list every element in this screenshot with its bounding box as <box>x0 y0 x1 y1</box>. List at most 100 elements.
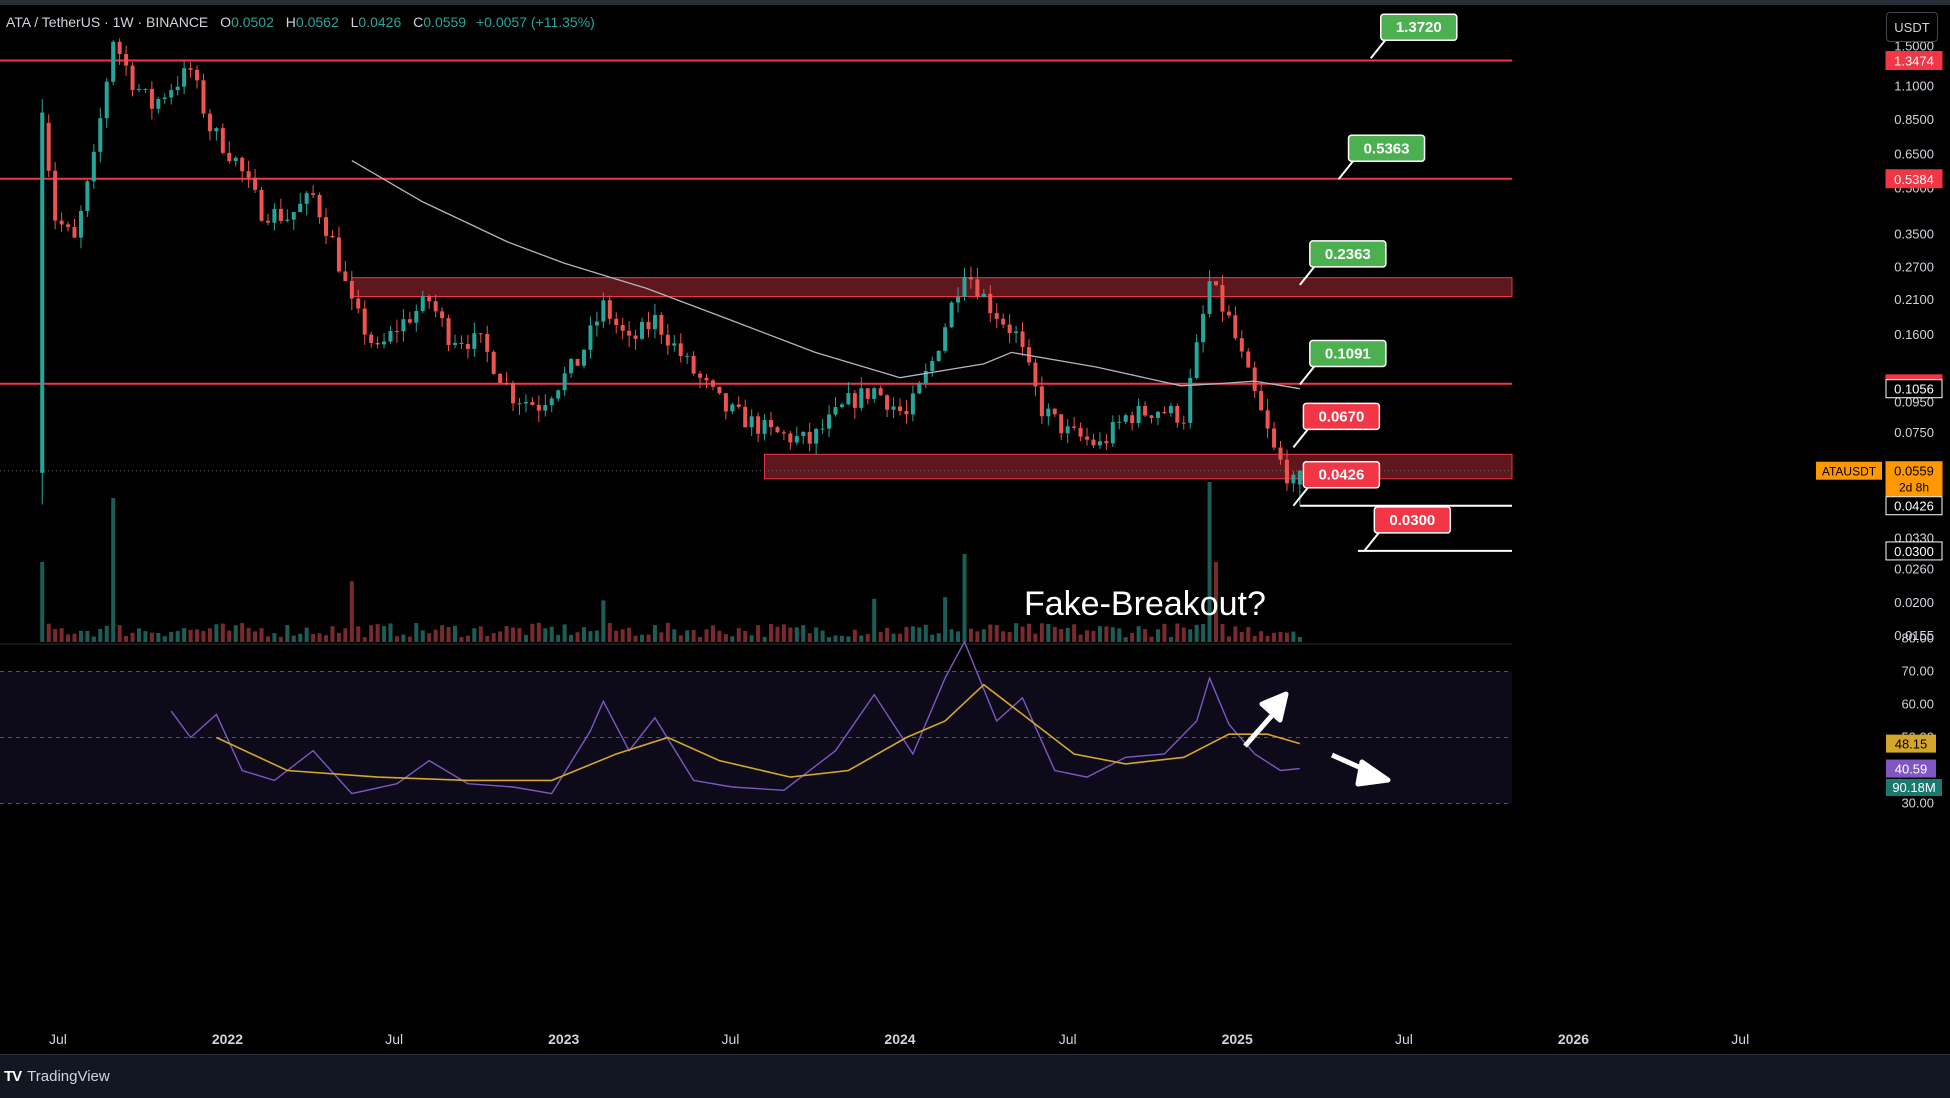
candle-body[interactable] <box>756 416 761 434</box>
candle-body[interactable] <box>536 404 541 411</box>
candle-body[interactable] <box>601 300 606 322</box>
candle-body[interactable] <box>343 271 348 282</box>
candle-body[interactable] <box>53 170 58 221</box>
candle-body[interactable] <box>175 86 180 91</box>
candle-body[interactable] <box>98 118 103 152</box>
candle-body[interactable] <box>607 300 612 319</box>
candle-body[interactable] <box>336 237 341 272</box>
candle-body[interactable] <box>620 325 625 331</box>
candle-body[interactable] <box>581 349 586 366</box>
candle-body[interactable] <box>1078 427 1083 437</box>
candle-body[interactable] <box>1175 405 1180 423</box>
candle-body[interactable] <box>156 98 161 109</box>
candle-body[interactable] <box>827 414 832 429</box>
candle-body[interactable] <box>253 177 258 190</box>
candle-body[interactable] <box>149 88 154 109</box>
candle-body[interactable] <box>1033 362 1038 387</box>
candle-body[interactable] <box>1143 406 1148 416</box>
candle-body[interactable] <box>1265 410 1270 429</box>
candle-body[interactable] <box>1252 367 1257 391</box>
candle-body[interactable] <box>511 383 516 404</box>
candle-body[interactable] <box>369 334 374 343</box>
candle-body[interactable] <box>265 220 270 223</box>
candle-body[interactable] <box>117 41 122 55</box>
candle-body[interactable] <box>233 157 238 162</box>
candle-body[interactable] <box>459 342 464 344</box>
candle-body[interactable] <box>169 90 174 98</box>
candle-body[interactable] <box>1020 331 1025 348</box>
candle-body[interactable] <box>130 65 135 91</box>
candle-body[interactable] <box>1291 474 1296 484</box>
candle-body[interactable] <box>736 404 741 407</box>
candle-body[interactable] <box>317 194 322 218</box>
candle-body[interactable] <box>1117 421 1122 423</box>
candle-body[interactable] <box>640 321 645 339</box>
candle-body[interactable] <box>517 403 522 405</box>
candle-body[interactable] <box>324 217 329 236</box>
candle-body[interactable] <box>1091 439 1096 446</box>
candle-body[interactable] <box>1059 414 1064 434</box>
candle-body[interactable] <box>1052 408 1057 415</box>
candle-body[interactable] <box>1065 426 1070 434</box>
candle-body[interactable] <box>717 386 722 394</box>
candle-body[interactable] <box>749 416 754 428</box>
candle-body[interactable] <box>1214 281 1219 286</box>
candle-body[interactable] <box>311 193 316 195</box>
candle-body[interactable] <box>1246 351 1251 368</box>
candle-body[interactable] <box>1239 338 1244 352</box>
candle-body[interactable] <box>930 361 935 371</box>
candle-body[interactable] <box>465 343 470 349</box>
candle-body[interactable] <box>1278 447 1283 460</box>
candle-body[interactable] <box>614 318 619 326</box>
candle-body[interactable] <box>852 393 857 408</box>
candle-body[interactable] <box>1155 411 1160 418</box>
candle-body[interactable] <box>1110 422 1115 444</box>
candle-body[interactable] <box>407 319 412 323</box>
candle-body[interactable] <box>872 388 877 399</box>
resistance-zone-1[interactable] <box>764 453 1513 480</box>
candle-body[interactable] <box>278 208 283 221</box>
candle-body[interactable] <box>710 380 715 387</box>
candle-body[interactable] <box>646 321 651 330</box>
candle-body[interactable] <box>1272 428 1277 448</box>
candle-body[interactable] <box>743 406 748 428</box>
candle-body[interactable] <box>1284 459 1289 484</box>
candle-body[interactable] <box>207 113 212 132</box>
candle-body[interactable] <box>904 411 909 415</box>
candle-body[interactable] <box>227 152 232 162</box>
candle-body[interactable] <box>182 68 187 87</box>
candle-body[interactable] <box>485 334 490 352</box>
candle-body[interactable] <box>1085 436 1090 440</box>
candle-body[interactable] <box>420 296 425 312</box>
candle-body[interactable] <box>891 406 896 410</box>
resistance-zone-0[interactable] <box>351 277 1513 297</box>
candle-body[interactable] <box>1046 408 1051 417</box>
candle-body[interactable] <box>1039 386 1044 417</box>
candle-body[interactable] <box>362 308 367 335</box>
candle-body[interactable] <box>427 296 432 302</box>
candle-body[interactable] <box>452 342 457 345</box>
candle-body[interactable] <box>685 355 690 357</box>
candle-body[interactable] <box>549 398 554 406</box>
candle-body[interactable] <box>1007 324 1012 334</box>
candle-body[interactable] <box>814 428 819 444</box>
candle-body[interactable] <box>1097 441 1102 446</box>
candle-body[interactable] <box>659 315 664 335</box>
candle-body[interactable] <box>1207 281 1212 314</box>
candle-body[interactable] <box>291 212 296 220</box>
candle-body[interactable] <box>897 406 902 412</box>
candle-body[interactable] <box>78 210 83 238</box>
candle-body[interactable] <box>143 88 148 90</box>
candle-body[interactable] <box>491 351 496 374</box>
candle-body[interactable] <box>1123 415 1128 422</box>
candle-body[interactable] <box>1181 422 1186 424</box>
candle-body[interactable] <box>388 331 393 342</box>
candle-body[interactable] <box>949 302 954 328</box>
candle-body[interactable] <box>807 431 812 444</box>
price-chart[interactable]: 1.50001.10000.85000.65000.50000.35000.27… <box>0 0 1950 1097</box>
candle-body[interactable] <box>91 151 96 182</box>
candle-body[interactable] <box>588 325 593 350</box>
candle-body[interactable] <box>356 298 361 309</box>
candle-body[interactable] <box>1194 342 1199 379</box>
tradingview-brand[interactable]: TV TradingView <box>4 1068 110 1085</box>
